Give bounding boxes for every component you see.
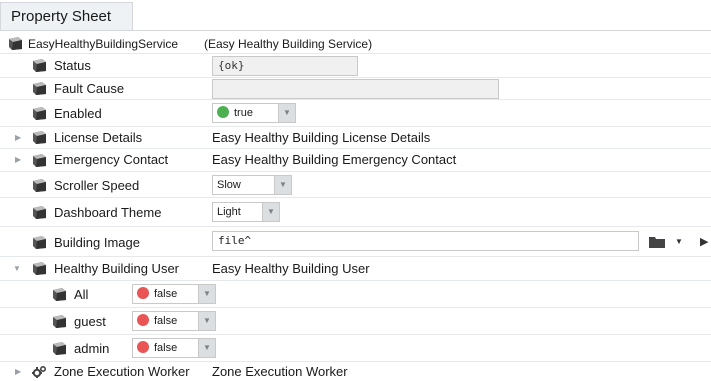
- play-icon[interactable]: ▶: [700, 235, 708, 248]
- expand-icon[interactable]: ▶: [15, 155, 21, 164]
- fault-cause-field: [212, 79, 499, 99]
- expand-icon[interactable]: ▶: [15, 367, 21, 376]
- emergency-contact-value: Easy Healthy Building Emergency Contact: [212, 152, 457, 167]
- status-field: {ok}: [212, 56, 358, 76]
- zone-execution-worker-label: Zone Execution Worker: [54, 364, 190, 379]
- slot-icon: [32, 236, 47, 249]
- status-dot-icon: [137, 341, 149, 353]
- root-row[interactable]: EasyHealthyBuildingService (Easy Healthy…: [0, 34, 711, 54]
- enabled-dropdown[interactable]: true ▼: [212, 103, 296, 123]
- emergency-contact-label: Emergency Contact: [54, 152, 169, 167]
- chevron-down-icon[interactable]: ▼: [278, 104, 295, 122]
- license-details-row[interactable]: ▶ License Details Easy Healthy Building …: [0, 127, 711, 149]
- enabled-value: true: [234, 107, 253, 119]
- license-details-label: License Details: [54, 130, 143, 145]
- dashboard-theme-value: Light: [217, 206, 241, 218]
- building-image-field[interactable]: file^: [212, 231, 639, 251]
- root-name: EasyHealthyBuildingService: [28, 37, 179, 51]
- slot-icon: [32, 179, 47, 192]
- user-all-value: false: [154, 288, 178, 300]
- status-dot-icon: [217, 106, 229, 118]
- user-admin-value: false: [154, 342, 178, 354]
- chevron-down-icon[interactable]: ▼: [198, 285, 215, 303]
- dashboard-theme-row[interactable]: Dashboard Theme Light ▼: [0, 198, 711, 227]
- user-admin-dropdown[interactable]: false ▼: [132, 338, 216, 358]
- chevron-down-icon[interactable]: ▼: [274, 176, 291, 194]
- dashboard-theme-label: Dashboard Theme: [54, 205, 162, 220]
- scroller-speed-dropdown[interactable]: Slow ▼: [212, 175, 292, 195]
- user-guest-value: false: [154, 315, 178, 327]
- chevron-down-icon[interactable]: ▼: [262, 203, 279, 221]
- tab-property-sheet[interactable]: Property Sheet: [0, 2, 133, 30]
- slot-icon: [32, 82, 47, 95]
- slot-icon: [32, 154, 47, 167]
- scroller-speed-row[interactable]: Scroller Speed Slow ▼: [0, 172, 711, 198]
- slot-icon: [32, 131, 47, 144]
- status-row[interactable]: Status {ok}: [0, 54, 711, 78]
- healthy-building-user-value: Easy Healthy Building User: [212, 261, 370, 276]
- healthy-building-user-row[interactable]: ▼ Healthy Building User Easy Healthy Bui…: [0, 257, 711, 281]
- scroller-speed-value: Slow: [217, 179, 241, 191]
- status-dot-icon: [137, 287, 149, 299]
- enabled-label: Enabled: [54, 106, 102, 121]
- user-guest-dropdown[interactable]: false ▼: [132, 311, 216, 331]
- chevron-down-icon[interactable]: ▼: [198, 312, 215, 330]
- building-image-row[interactable]: Building Image file^ ▼ ▶: [0, 227, 711, 257]
- license-details-value: Easy Healthy Building License Details: [212, 130, 431, 145]
- collapse-icon[interactable]: ▼: [13, 264, 21, 273]
- slot-icon: [32, 262, 47, 275]
- tab-bar: Property Sheet: [0, 0, 711, 31]
- user-admin-row[interactable]: admin false ▼: [0, 335, 711, 362]
- slot-icon: [8, 37, 23, 50]
- root-display-name: (Easy Healthy Building Service): [204, 37, 373, 51]
- emergency-contact-row[interactable]: ▶ Emergency Contact Easy Healthy Buildin…: [0, 149, 711, 172]
- gears-icon: [32, 365, 47, 378]
- user-admin-label: admin: [74, 341, 110, 356]
- fault-cause-label: Fault Cause: [54, 81, 125, 96]
- dashboard-theme-dropdown[interactable]: Light ▼: [212, 202, 280, 222]
- slot-icon: [32, 59, 47, 72]
- scroller-speed-label: Scroller Speed: [54, 178, 140, 193]
- fault-cause-row[interactable]: Fault Cause: [0, 78, 711, 100]
- slot-icon: [52, 315, 67, 328]
- zone-execution-worker-value: Zone Execution Worker: [212, 364, 348, 379]
- zone-execution-worker-row[interactable]: ▶ Zone Execution Worker Zone Execution W…: [0, 362, 711, 381]
- slot-icon: [32, 206, 47, 219]
- healthy-building-user-label: Healthy Building User: [54, 261, 180, 276]
- folder-icon[interactable]: [649, 236, 665, 251]
- chevron-down-icon[interactable]: ▼: [198, 339, 215, 357]
- enabled-row[interactable]: Enabled true ▼: [0, 100, 711, 127]
- slot-icon: [52, 288, 67, 301]
- status-dot-icon: [137, 314, 149, 326]
- status-label: Status: [54, 58, 91, 73]
- user-guest-label: guest: [74, 314, 106, 329]
- slot-icon: [32, 107, 47, 120]
- user-guest-row[interactable]: guest false ▼: [0, 308, 711, 335]
- building-image-label: Building Image: [54, 235, 140, 250]
- expand-icon[interactable]: ▶: [15, 133, 21, 142]
- user-all-row[interactable]: All false ▼: [0, 281, 711, 308]
- user-all-dropdown[interactable]: false ▼: [132, 284, 216, 304]
- user-all-label: All: [74, 287, 89, 302]
- chevron-down-icon[interactable]: ▼: [675, 237, 683, 246]
- slot-icon: [52, 342, 67, 355]
